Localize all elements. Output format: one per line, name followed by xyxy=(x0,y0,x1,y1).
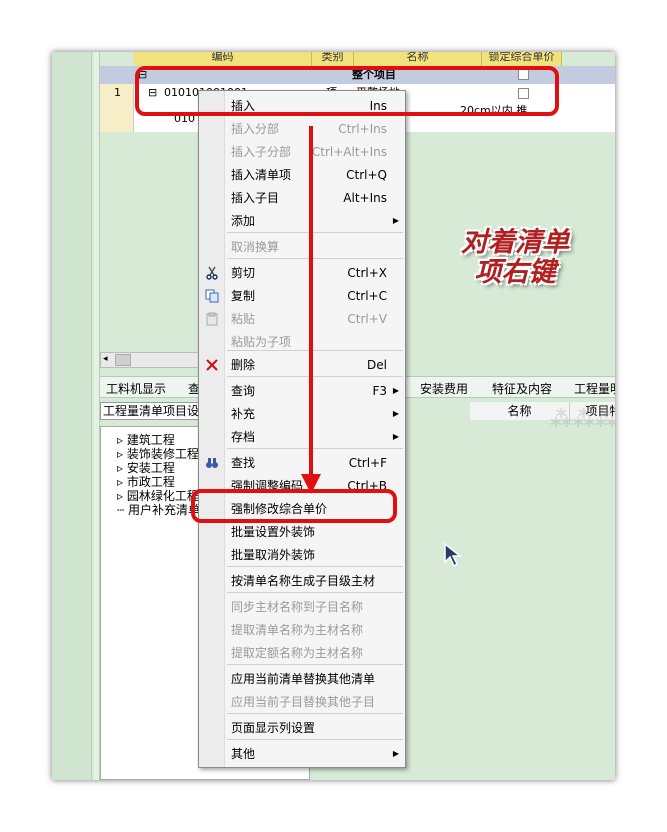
menu-item[interactable]: 插入清单项 Ctrl+Q xyxy=(199,164,405,186)
menu-item-shortcut: Ctrl+Alt+Ins xyxy=(311,145,387,159)
context-menu: 插入 Ins 插入分部 Ctrl+Ins 插入子分部 Ctrl+Alt+Ins 插入清单项 C… xyxy=(198,90,406,768)
submenu-arrow-icon: ▶ xyxy=(392,216,399,225)
menu-separator xyxy=(227,713,403,714)
menu-item: 粘贴 Ctrl+V xyxy=(199,308,405,330)
menu-item: 同步主材名称到子目名称 xyxy=(199,596,405,618)
menu-item-label: 插入分部 xyxy=(231,122,280,136)
menu-item[interactable]: 存档 ▶ xyxy=(199,426,405,448)
menu-separator xyxy=(227,739,403,740)
column-header-name[interactable]: 名称 xyxy=(354,52,482,66)
menu-separator xyxy=(227,664,403,665)
item-type-select[interactable]: 工程量清单项目设 xyxy=(100,402,200,420)
annotation-text: 对着清单 项右键 xyxy=(461,227,569,288)
menu-item-shortcut: Ctrl+X xyxy=(347,266,387,280)
menu-item-label: 页面显示列设置 xyxy=(231,721,316,735)
mouse-cursor-icon xyxy=(444,542,463,568)
menu-item-shortcut: Alt+Ins xyxy=(343,191,387,205)
tree-item-user-supplement[interactable]: ┄ 用户补充清单 xyxy=(117,501,200,518)
tab-quantity[interactable]: 工程量明 xyxy=(574,380,615,397)
menu-item-label: 插入子分部 xyxy=(231,145,292,159)
menu-separator xyxy=(227,376,403,377)
arrow-shaft xyxy=(309,126,313,481)
watermark: ⁂⁂⁂ xyxy=(550,407,615,432)
menu-item[interactable]: 应用当前清单替换其他清单 xyxy=(199,668,405,690)
menu-item[interactable]: 复制 Ctrl+C xyxy=(199,285,405,307)
menu-item-label: 取消换算 xyxy=(231,240,280,254)
menu-item: 提取清单名称为主材名称 xyxy=(199,619,405,641)
menu-separator xyxy=(227,592,403,593)
menu-item-label: 粘贴 xyxy=(231,312,256,326)
menu-item-label: 批量取消外装饰 xyxy=(231,548,316,562)
submenu-arrow-icon: ▶ xyxy=(392,409,399,418)
scroll-thumb[interactable] xyxy=(115,354,131,366)
column-header-lock-price[interactable]: 锁定综合单价 xyxy=(482,52,562,66)
menu-separator xyxy=(227,350,403,351)
menu-item[interactable]: 按清单名称生成子目级主材 xyxy=(199,570,405,592)
column-header-type[interactable]: 类别 xyxy=(312,52,354,66)
menu-item[interactable]: 插入子目 Alt+Ins xyxy=(199,187,405,209)
menu-item-label: 剪切 xyxy=(231,266,256,280)
highlight-box-menu-item xyxy=(191,489,397,523)
menu-item[interactable]: 页面显示列设置 xyxy=(199,717,405,739)
menu-item-label: 添加 xyxy=(231,214,256,228)
menu-item-label: 按清单名称生成子目级主材 xyxy=(231,574,376,588)
menu-item[interactable]: 补充 ▶ xyxy=(199,403,405,425)
menu-item-label: 插入子目 xyxy=(231,191,280,205)
menu-item[interactable]: 批量取消外装饰 xyxy=(199,544,405,566)
menu-item-label: 复制 xyxy=(231,289,256,303)
menu-item-label: 存档 xyxy=(231,430,256,444)
menu-item[interactable]: 其他 ▶ xyxy=(199,743,405,765)
menu-item-label: 提取清单名称为主材名称 xyxy=(231,623,364,637)
menu-item-shortcut: Ctrl+F xyxy=(348,456,387,470)
tab-features[interactable]: 特征及内容 xyxy=(492,380,552,397)
menu-item[interactable]: 批量设置外装饰 xyxy=(199,521,405,543)
left-panel-strip xyxy=(52,52,92,780)
menu-item: 插入子分部 Ctrl+Alt+Ins xyxy=(199,141,405,163)
menu-item: 插入分部 Ctrl+Ins xyxy=(199,118,405,140)
menu-item-shortcut: Del xyxy=(367,358,387,372)
menu-item-label: 查找 xyxy=(231,456,256,470)
submenu-arrow-icon: ▶ xyxy=(392,749,399,758)
menu-item[interactable]: 查询 F3 ▶ xyxy=(199,380,405,402)
menu-item[interactable]: 查找 Ctrl+F xyxy=(199,452,405,474)
menu-item-shortcut: Ctrl+C xyxy=(347,289,387,303)
menu-item-label: 删除 xyxy=(231,358,256,372)
horizontal-scrollbar[interactable]: ◂ xyxy=(100,352,203,368)
menu-item-shortcut: F3 xyxy=(372,384,387,398)
menu-separator xyxy=(227,258,403,259)
column-header-code[interactable]: 编码 xyxy=(134,52,312,66)
menu-item-label: 同步主材名称到子目名称 xyxy=(231,600,364,614)
menu-item[interactable]: 剪切 Ctrl+X xyxy=(199,262,405,284)
menu-item-label: 应用当前子目替换其他子目 xyxy=(231,695,376,709)
menu-item-label: 其他 xyxy=(231,747,256,761)
row-number: 1 xyxy=(100,84,134,132)
highlight-box-bill-row xyxy=(135,66,559,116)
menu-separator xyxy=(227,566,403,567)
scroll-left-icon[interactable]: ◂ xyxy=(103,354,108,364)
menu-item-label: 批量设置外装饰 xyxy=(231,525,316,539)
menu-item-shortcut: Ctrl+Q xyxy=(346,168,387,182)
menu-item: 提取定额名称为主材名称 xyxy=(199,642,405,664)
menu-item-label: 应用当前清单替换其他清单 xyxy=(231,672,376,686)
menu-item-shortcut: Ctrl+V xyxy=(347,312,387,326)
menu-item: 应用当前子目替换其他子目 xyxy=(199,691,405,713)
menu-item-shortcut: Ctrl+Ins xyxy=(338,122,387,136)
submenu-arrow-icon: ▶ xyxy=(392,386,399,395)
menu-item[interactable]: 添加 ▶ xyxy=(199,210,405,232)
tab-material-display[interactable]: 工料机显示 xyxy=(106,380,166,397)
tab-install-fee[interactable]: 安装费用 xyxy=(420,380,468,397)
menu-item[interactable]: 删除 Del xyxy=(199,354,405,376)
submenu-arrow-icon: ▶ xyxy=(392,432,399,441)
menu-separator xyxy=(227,448,403,449)
menu-item-label: 查询 xyxy=(231,384,256,398)
arrow-head-icon xyxy=(301,474,321,494)
menu-separator xyxy=(227,232,403,233)
menu-item-label: 补充 xyxy=(231,407,256,421)
menu-item-label: 提取定额名称为主材名称 xyxy=(231,646,364,660)
menu-item: 取消换算 xyxy=(199,236,405,258)
menu-item-label: 插入清单项 xyxy=(231,168,292,182)
